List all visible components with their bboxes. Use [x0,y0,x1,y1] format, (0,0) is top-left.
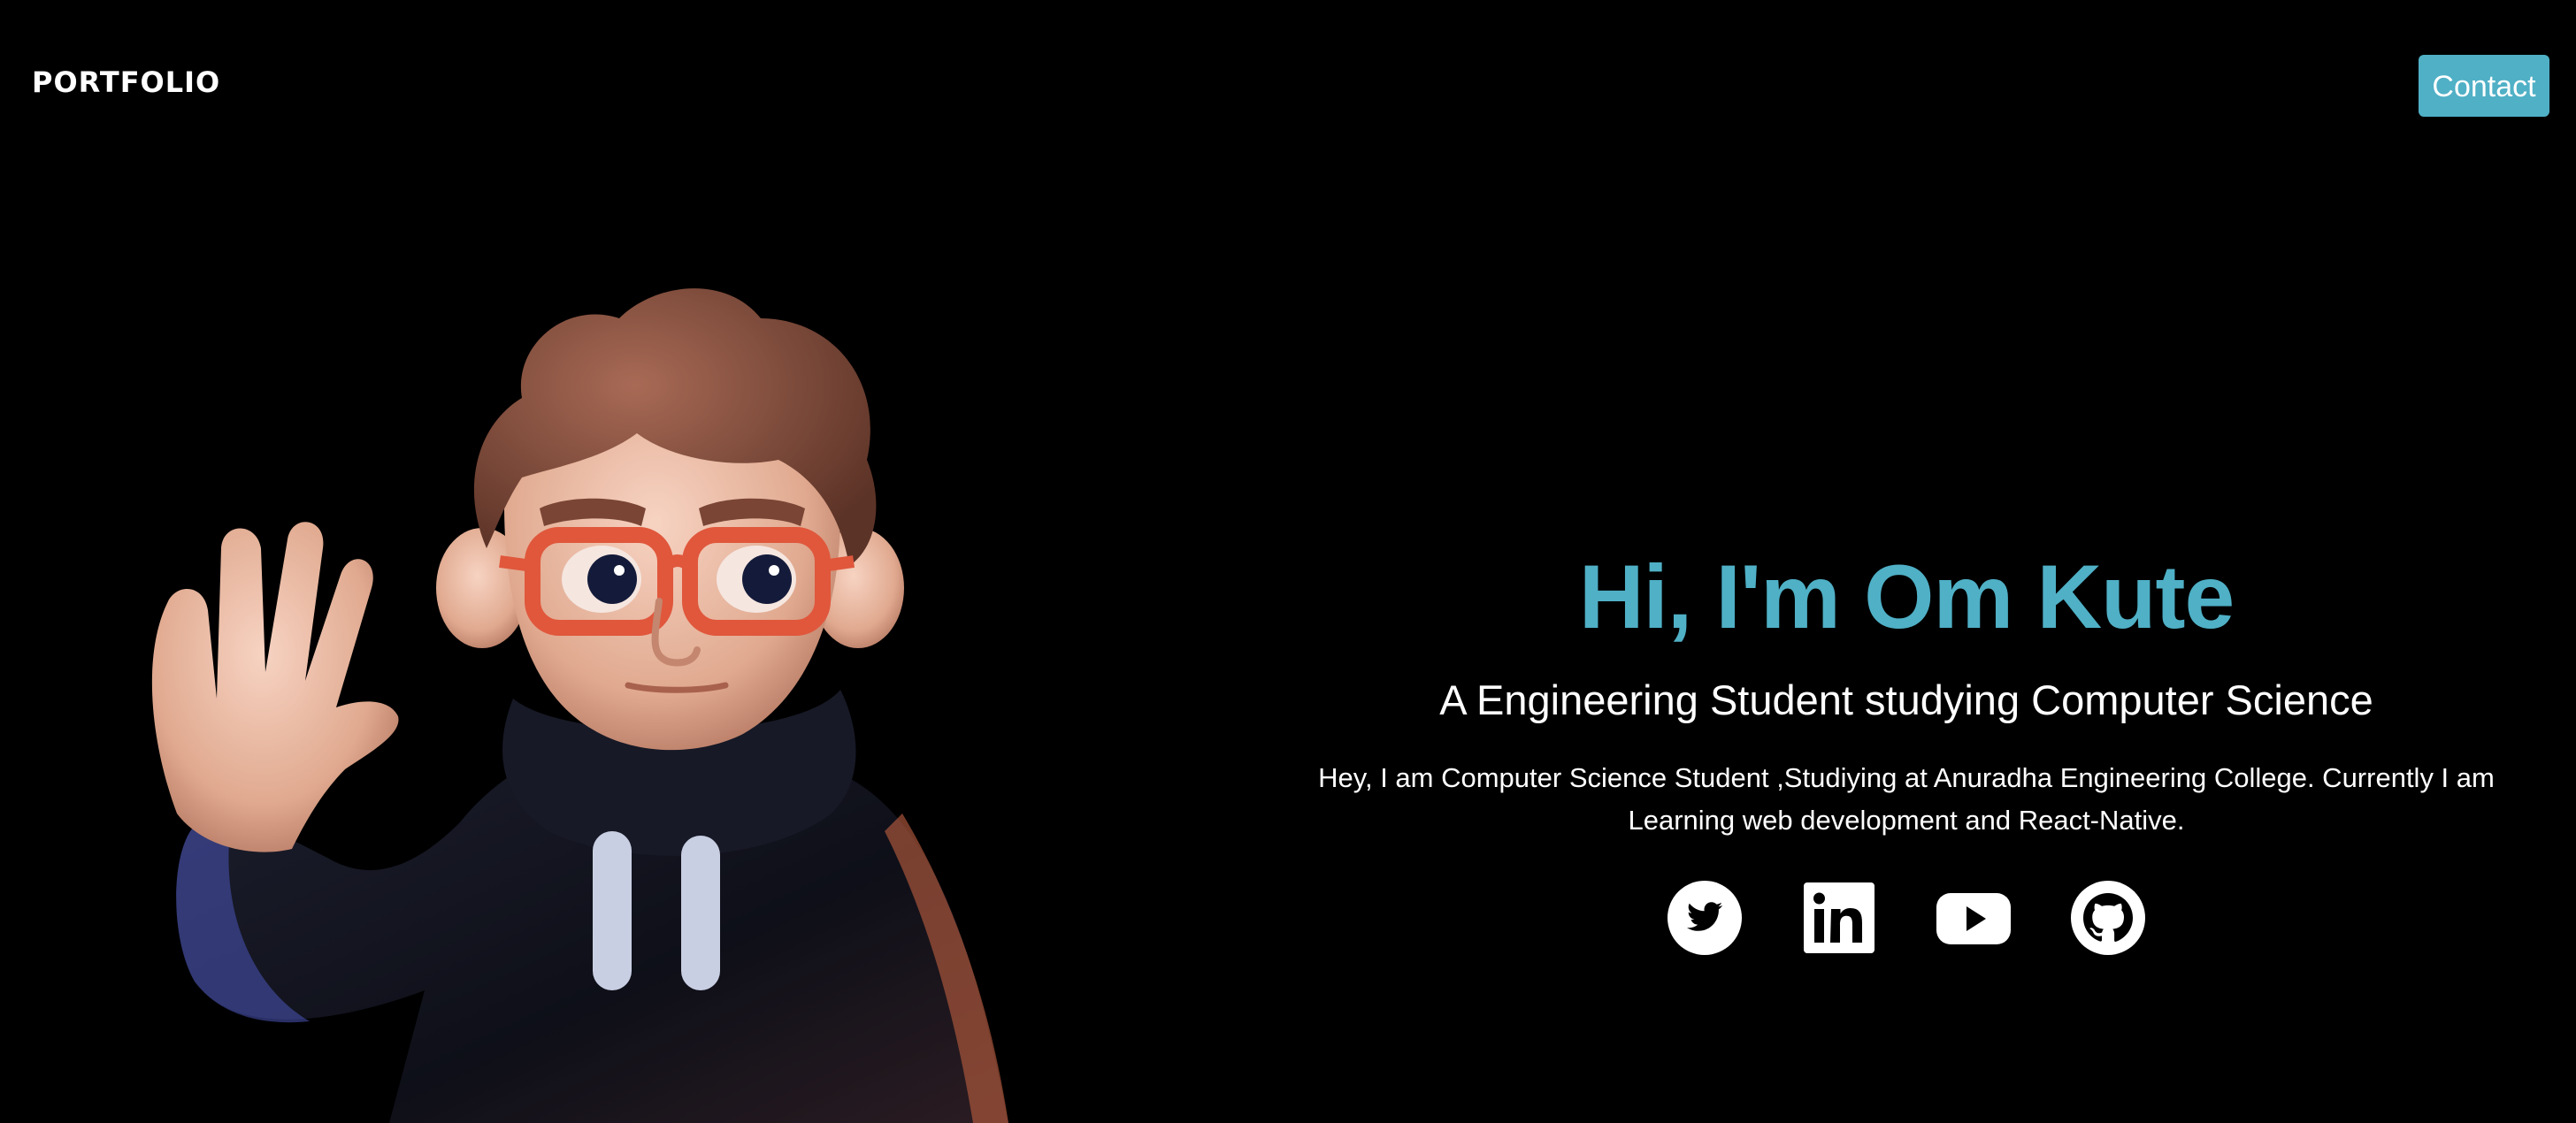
github-icon [2071,881,2145,955]
linkedin-link[interactable] [1802,881,1876,955]
waving-avatar-illustration [124,283,1026,1123]
youtube-link[interactable] [1936,881,2011,955]
hero-subtitle: A Engineering Student studying Computer … [1439,676,2373,723]
portfolio-page: PORTFOLIO Contact Hi, I'm Om Kute A Engi… [0,0,2576,1123]
social-links [1256,881,2557,955]
youtube-icon [1936,893,2011,944]
linkedin-icon [1804,882,1874,953]
hero-section: Hi, I'm Om Kute A Engineering Student st… [1256,539,2557,955]
hero-description: Hey, I am Computer Science Student ,Stud… [1318,762,2495,836]
contact-button[interactable]: Contact [2419,55,2549,117]
brand-logo[interactable]: PORTFOLIO [32,65,220,99]
twitter-link[interactable] [1668,881,1742,955]
github-link[interactable] [2071,881,2145,955]
twitter-icon [1668,881,1742,955]
hero-title: Hi, I'm Om Kute [1578,546,2235,647]
